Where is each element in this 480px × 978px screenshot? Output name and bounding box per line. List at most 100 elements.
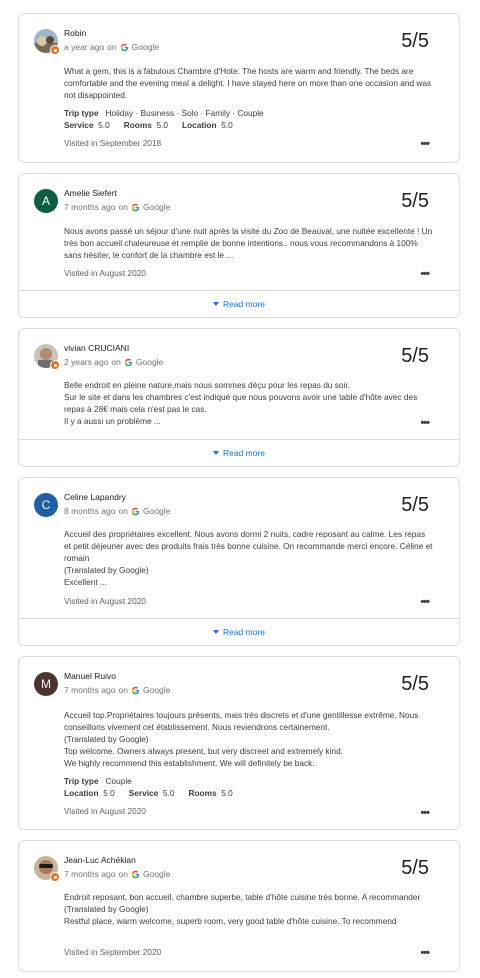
- review-card: A Amelie Siefert 7 months ago on Google …: [18, 173, 460, 318]
- visited-date: Visited in September 2018: [64, 138, 162, 148]
- sub-rating-label: Location: [64, 788, 99, 798]
- caret-down-icon: [212, 451, 219, 455]
- review-meta: 2 years ago on Google: [64, 357, 163, 367]
- sub-rating-value: 5.0: [221, 120, 233, 130]
- sub-rating-value: 5.0: [98, 120, 110, 130]
- more-options-icon[interactable]: •••: [420, 138, 430, 150]
- review-time: 7 months ago: [64, 202, 116, 212]
- reviewer-name[interactable]: Manuel Ruivo: [64, 671, 116, 681]
- review-rating: 5/5: [401, 345, 429, 367]
- review-text: Endroit reposant, bon accueil, chambre s…: [64, 891, 434, 927]
- more-options-icon[interactable]: •••: [420, 947, 430, 959]
- google-g-icon: [124, 358, 132, 366]
- reviewer-name[interactable]: Amelie Siefert: [64, 188, 117, 198]
- review-text: Accueil des propriétaires excellent. Nou…: [64, 528, 434, 588]
- review-rating: 5/5: [401, 494, 429, 516]
- read-more-button[interactable]: Read more: [19, 290, 459, 317]
- reviewer-name[interactable]: Robin: [64, 28, 86, 38]
- sub-rating-value: 5.0: [103, 788, 115, 798]
- source-name: Google: [135, 357, 164, 367]
- sub-rating-label: Rooms: [123, 120, 152, 130]
- review-rating: 5/5: [401, 190, 429, 212]
- review-time: 2 years ago: [64, 357, 109, 367]
- sub-ratings-row: Location 5.0 Service 5.0 Rooms 5.0: [64, 787, 233, 799]
- more-options-icon[interactable]: •••: [420, 596, 430, 608]
- review-time: 7 months ago: [64, 685, 116, 695]
- local-guide-badge-icon: [50, 45, 60, 55]
- review-text-line: Belle endroit en pleine nature,mais nous…: [64, 380, 350, 390]
- sub-ratings-row: Service 5.0 Rooms 5.0 Location 5.0: [64, 119, 233, 131]
- review-card: C Celine Lapandry 8 months ago on Google…: [18, 477, 460, 646]
- reviewer-name[interactable]: Celine Lapandry: [64, 492, 126, 502]
- source-on: on: [111, 357, 121, 367]
- review-meta: 7 months ago on Google: [64, 685, 170, 695]
- sub-rating-value: 5.0: [156, 120, 168, 130]
- review-text-line: We highly recommend this establishment. …: [64, 758, 315, 768]
- source-on: on: [118, 685, 128, 695]
- reviewer-name[interactable]: Jean-Luc Achékian: [64, 855, 136, 865]
- source-name: Google: [142, 869, 171, 879]
- review-rating: 5/5: [401, 30, 429, 52]
- review-text-line: What a gem, this is a fabulous Chambre d…: [64, 66, 432, 100]
- review-text: Belle endroit en pleine nature,mais nous…: [64, 379, 434, 427]
- read-more-label: Read more: [222, 448, 266, 458]
- read-more-button[interactable]: Read more: [19, 439, 459, 466]
- trip-type-value: Couple: [105, 776, 132, 786]
- source-name: Google: [142, 202, 171, 212]
- caret-down-icon: [212, 630, 219, 634]
- review-text-line: (Translated by Google): [64, 734, 149, 744]
- read-more-label: Read more: [222, 299, 266, 309]
- avatar[interactable]: C: [34, 493, 58, 517]
- review-text-line: Accueil top.Propriétaires toujours prése…: [64, 710, 419, 732]
- sub-rating-label: Service: [128, 788, 159, 798]
- avatar[interactable]: M: [34, 672, 58, 696]
- review-text-line: Sur le site et dans les chambres c'est i…: [64, 392, 418, 414]
- caret-down-icon: [212, 302, 219, 306]
- more-options-icon[interactable]: •••: [420, 807, 430, 819]
- review-meta: 7 months ago on Google: [64, 202, 170, 212]
- review-rating: 5/5: [401, 673, 429, 695]
- review-text-line: Excellent ...: [64, 577, 107, 587]
- sub-rating-label: Rooms: [188, 788, 217, 798]
- review-text-line: (Translated by Google): [64, 904, 149, 914]
- review-text: Nous avons passé un séjour d'une nuit ap…: [64, 225, 434, 261]
- google-g-icon: [120, 43, 128, 51]
- reviewer-name[interactable]: vivian CRUCIANI: [64, 343, 129, 353]
- local-guide-badge-icon: [50, 872, 60, 882]
- avatar[interactable]: A: [34, 189, 58, 213]
- google-g-icon: [131, 686, 140, 694]
- review-text-line: Accueil des propriétaires excellent. Nou…: [64, 529, 433, 563]
- review-rating: 5/5: [401, 857, 429, 879]
- visited-date: Visited in August 2020: [64, 268, 146, 278]
- visited-date: Visited in August 2020: [64, 806, 146, 816]
- review-text-line: Endroit reposant, bon accueil, chambre s…: [64, 892, 421, 902]
- read-more-label: Read more: [222, 627, 266, 637]
- trip-type-row: Trip type Couple: [64, 775, 132, 787]
- google-g-icon: [131, 507, 140, 515]
- trip-type-label: Trip type: [64, 776, 99, 786]
- sub-rating-label: Location: [182, 120, 217, 130]
- source-on: on: [118, 869, 128, 879]
- sub-rating-label: Service: [64, 120, 94, 130]
- visited-date: Visited in August 2020: [64, 596, 146, 606]
- more-options-icon[interactable]: •••: [420, 417, 430, 429]
- source-name: Google: [142, 685, 171, 695]
- trip-type-label: Trip type: [64, 108, 99, 118]
- review-meta: 7 months ago on Google: [64, 869, 170, 879]
- review-text: What a gem, this is a fabulous Chambre d…: [64, 65, 434, 101]
- review-card: Robin a year ago on Google 5/5 What a ge…: [18, 13, 460, 163]
- visited-date: Visited in September 2020: [64, 947, 162, 957]
- review-meta: 8 months ago on Google: [64, 506, 170, 516]
- review-time: 7 months ago: [64, 869, 116, 879]
- sub-rating-value: 5.0: [221, 788, 233, 798]
- review-text-line: Restful place, warm welcome, superb room…: [64, 916, 397, 926]
- source-on: on: [107, 42, 117, 52]
- review-time: 8 months ago: [64, 506, 116, 516]
- local-guide-badge-icon: [50, 360, 60, 370]
- review-text-line: Top welcome. Owners always present, but …: [64, 746, 343, 756]
- review-text-line: Il y a aussi un problème ...: [64, 416, 161, 426]
- review-text: Accueil top.Propriétaires toujours prése…: [64, 709, 434, 769]
- read-more-button[interactable]: Read more: [19, 618, 459, 645]
- more-options-icon[interactable]: •••: [420, 268, 430, 280]
- source-name: Google: [142, 506, 171, 516]
